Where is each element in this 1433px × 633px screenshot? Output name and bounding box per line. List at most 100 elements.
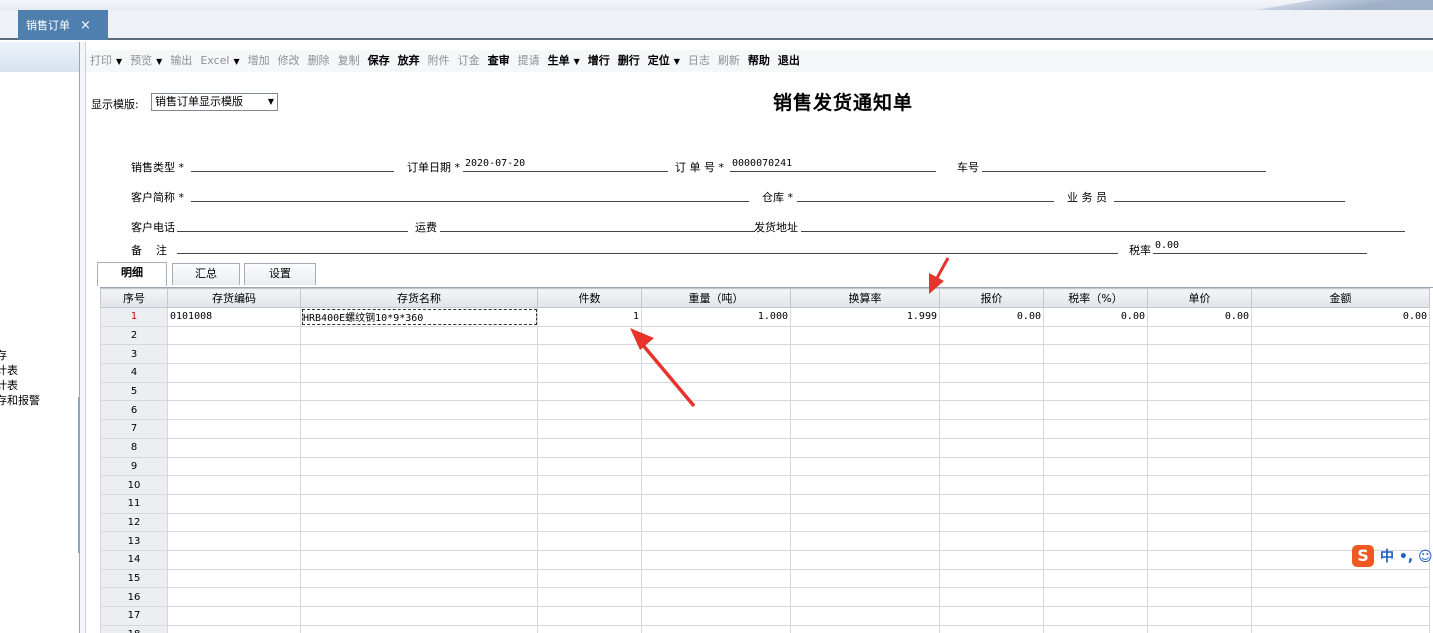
grid-cell[interactable]	[1251, 325, 1430, 346]
tab-detail[interactable]: 明细	[97, 262, 167, 286]
grid-cell[interactable]	[167, 568, 301, 589]
grid-cell[interactable]	[167, 363, 301, 383]
grid-cell[interactable]	[167, 549, 301, 570]
grid-cell[interactable]	[1147, 568, 1252, 589]
toolbar-button[interactable]: 打印 ▼	[86, 50, 126, 72]
grid-cell[interactable]	[537, 606, 642, 626]
grid-cell[interactable]	[167, 437, 301, 458]
grid-cell[interactable]	[1043, 419, 1148, 439]
grid-cell[interactable]	[790, 624, 940, 633]
table-row[interactable]: 14	[100, 549, 1430, 570]
grid-cell[interactable]: 1.999	[790, 307, 940, 327]
grid-cell[interactable]	[1043, 363, 1148, 383]
row-number[interactable]: 5	[100, 381, 168, 402]
grid-cell[interactable]	[537, 363, 642, 383]
toolbar-button[interactable]: 定位 ▼	[644, 50, 684, 72]
sales-type-field[interactable]	[191, 158, 394, 172]
grid-cell[interactable]	[641, 363, 791, 383]
grid-cell[interactable]: HRB400E螺纹钢10*9*360	[300, 307, 538, 327]
table-row[interactable]: 16	[100, 587, 1430, 607]
grid-cell[interactable]	[939, 456, 1044, 477]
grid-cell[interactable]	[790, 606, 940, 626]
grid-cell[interactable]	[167, 325, 301, 346]
table-row[interactable]: 11	[100, 493, 1430, 514]
grid-cell[interactable]	[1251, 344, 1430, 365]
row-number[interactable]: 4	[100, 363, 168, 383]
row-number[interactable]: 8	[100, 437, 168, 458]
grid-cell[interactable]	[300, 400, 538, 421]
table-row[interactable]: 3	[100, 344, 1430, 365]
column-header[interactable]: 金额	[1251, 288, 1430, 308]
toolbar-button[interactable]: 附件	[424, 50, 454, 72]
row-number[interactable]: 17	[100, 606, 168, 626]
column-header[interactable]: 件数	[537, 288, 642, 308]
grid-cell[interactable]	[790, 549, 940, 570]
grid-cell[interactable]	[1043, 606, 1148, 626]
table-row[interactable]: 5	[100, 381, 1430, 402]
grid-cell[interactable]	[1043, 549, 1148, 570]
table-row[interactable]: 10	[100, 475, 1430, 495]
grid-cell[interactable]	[1043, 400, 1148, 421]
column-header[interactable]: 税率（%）	[1043, 288, 1148, 308]
grid-cell[interactable]	[790, 493, 940, 514]
column-header[interactable]: 换算率	[790, 288, 940, 308]
row-number[interactable]: 2	[100, 325, 168, 346]
table-row[interactable]: 4	[100, 363, 1430, 383]
row-number[interactable]: 15	[100, 568, 168, 589]
grid-cell[interactable]	[300, 325, 538, 346]
grid-cell[interactable]	[537, 419, 642, 439]
grid-cell[interactable]	[537, 568, 642, 589]
grid-cell[interactable]	[167, 493, 301, 514]
grid-cell[interactable]	[300, 419, 538, 439]
phone-field[interactable]	[177, 218, 408, 232]
table-row[interactable]: 17	[100, 606, 1430, 626]
grid-cell[interactable]	[641, 437, 791, 458]
toolbar-button[interactable]: 订金	[454, 50, 484, 72]
toolbar-button[interactable]: 修改	[274, 50, 304, 72]
grid-cell[interactable]	[1251, 363, 1430, 383]
grid-cell[interactable]	[641, 587, 791, 607]
table-row[interactable]: 15	[100, 568, 1430, 589]
chevron-down-icon[interactable]: ▼	[574, 57, 580, 66]
grid-cell[interactable]	[939, 587, 1044, 607]
grid-cell[interactable]	[1251, 606, 1430, 626]
toolbar-button[interactable]: 放弃	[394, 50, 424, 72]
grid-cell[interactable]	[939, 568, 1044, 589]
grid-cell[interactable]	[1043, 475, 1148, 495]
grid-cell[interactable]	[1147, 475, 1252, 495]
grid-cell[interactable]: 0.00	[939, 307, 1044, 327]
table-row[interactable]: 2	[100, 325, 1430, 346]
toolbar-button[interactable]: 退出	[774, 50, 804, 72]
toolbar-button[interactable]: 日志	[684, 50, 714, 72]
grid-cell[interactable]	[300, 437, 538, 458]
grid-cell[interactable]	[1147, 363, 1252, 383]
grid-cell[interactable]	[790, 325, 940, 346]
toolbar-button[interactable]: 刷新	[714, 50, 744, 72]
toolbar-button[interactable]: 帮助	[744, 50, 774, 72]
tab-summary[interactable]: 汇总	[172, 263, 240, 285]
grid-cell[interactable]	[167, 344, 301, 365]
grid-cell[interactable]	[300, 493, 538, 514]
grid-cell[interactable]	[641, 344, 791, 365]
toolbar-button[interactable]: 删除	[304, 50, 334, 72]
grid-cell[interactable]	[790, 419, 940, 439]
car-no-field[interactable]	[982, 158, 1266, 172]
grid-cell[interactable]	[790, 437, 940, 458]
grid-cell[interactable]	[1251, 456, 1430, 477]
grid-cell[interactable]	[641, 419, 791, 439]
table-row[interactable]: 9	[100, 456, 1430, 477]
grid-cell[interactable]	[1147, 437, 1252, 458]
grid-cell[interactable]	[1251, 587, 1430, 607]
grid-cell[interactable]	[1043, 344, 1148, 365]
grid-cell[interactable]	[641, 549, 791, 570]
table-row[interactable]: 12	[100, 512, 1430, 533]
row-number[interactable]: 12	[100, 512, 168, 533]
grid-cell[interactable]	[537, 381, 642, 402]
row-number[interactable]: 3	[100, 344, 168, 365]
row-number[interactable]: 14	[100, 549, 168, 570]
grid-cell[interactable]	[1043, 568, 1148, 589]
grid-cell[interactable]	[1147, 325, 1252, 346]
tab-settings[interactable]: 设置	[244, 263, 316, 285]
grid-cell[interactable]	[939, 606, 1044, 626]
grid-cell[interactable]	[537, 531, 642, 551]
